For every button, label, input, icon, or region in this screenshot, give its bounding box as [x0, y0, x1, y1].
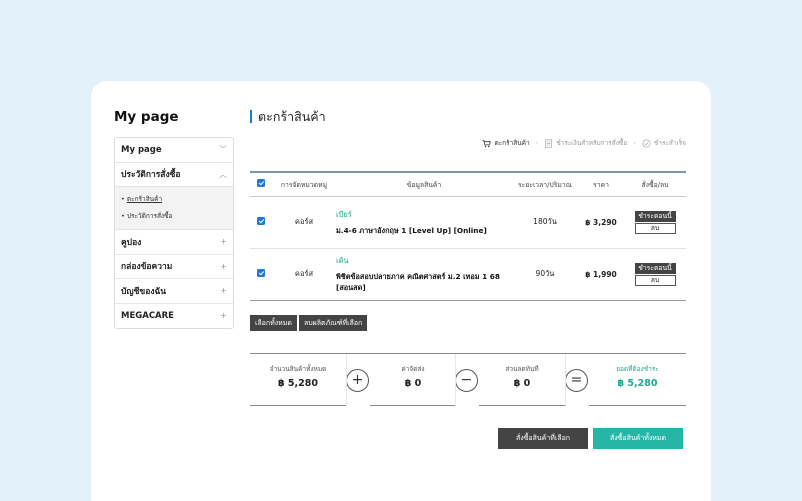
sidebar-item-label: กล่องข้อความ [121, 262, 173, 273]
chevron-up-icon: ︿ [219, 169, 227, 179]
sidebar-item-label: MEGACARE [121, 310, 174, 321]
submenu-item-label: ประวัติการสั่งซื้อ [126, 212, 173, 220]
step-label: ชำระเงินสำหรับการสั่งซื้อ [556, 139, 628, 147]
equals-icon: = [565, 369, 588, 392]
minus-icon: − [455, 369, 478, 392]
cart-title: ตะกร้าสินค้า [250, 110, 326, 123]
row-product-info: เบียร์ ม.4-6 ภาษาอังกฤษ 1 [Level Up] [On… [336, 196, 512, 249]
sidebar-item-label: คูปอง [121, 237, 142, 248]
price-summary: จำนวนสินค้าทั้งหมด ฿ 5,280 + ค่าจัดส่ง ฿… [250, 353, 686, 407]
submenu-item-cart[interactable]: • ตะกร้าสินค้า [121, 191, 227, 208]
summary-total: จำนวนสินค้าทั้งหมด ฿ 5,280 [250, 354, 346, 406]
table-row: คอร์ส เต้น พิชิตข้อสอบปลายภาค คณิตศาสตร์… [250, 248, 686, 301]
sidebar-item-label: My page [121, 144, 162, 155]
summary-discount-value: ฿ 0 [513, 378, 531, 389]
cart-table: การจัดหมวดหมู่ ข้อมูลสินค้า ระยะเวลา/ปริ… [250, 171, 686, 301]
summary-total-value: ฿ 5,280 [278, 378, 318, 389]
sidebar: My page ﹀ ประวัติการสั่งซื้อ ︿ • ตะกร้าส… [114, 137, 234, 329]
tutor-name[interactable]: เต้น [336, 255, 512, 267]
plus-icon: + [220, 311, 227, 321]
row-price: ฿ 1,990 [578, 248, 624, 301]
sidebar-item-account[interactable]: บัญชีของฉัน + [115, 279, 233, 304]
row-price: ฿ 3,290 [578, 196, 624, 249]
sidebar-item-inbox[interactable]: กล่องข้อความ + [115, 255, 233, 279]
row-checkbox[interactable] [250, 248, 272, 301]
divider [455, 354, 456, 407]
step-payment: ชำระเงินสำหรับการสั่งซื้อ [544, 138, 627, 148]
row-category: คอร์ส [272, 248, 336, 301]
submenu-item-history[interactable]: • ประวัติการสั่งซื้อ [121, 208, 227, 225]
divider [479, 405, 565, 406]
table-row: คอร์ส เบียร์ ม.4-6 ภาษาอังกฤษ 1 [Level U… [250, 196, 686, 249]
row-product-info: เต้น พิชิตข้อสอบปลายภาค คณิตศาสตร์ ม.2 เ… [336, 248, 512, 301]
row-category: คอร์ส [272, 196, 336, 249]
plus-icon: + [346, 369, 369, 392]
header-price: ราคา [578, 171, 624, 197]
summary-shipping-value: ฿ 0 [404, 378, 422, 389]
course-name[interactable]: พิชิตข้อสอบปลายภาค คณิตศาสตร์ ม.2 เทอม 1… [336, 271, 512, 293]
divider [370, 405, 456, 406]
chevron-right-icon: › [633, 139, 636, 147]
plus-icon: + [220, 261, 227, 271]
summary-due-label: ยอดที่ต้องชำระ [616, 365, 659, 373]
select-all-checkbox[interactable] [250, 171, 272, 197]
divider [250, 405, 346, 406]
step-complete: ชำระสำเร็จ [642, 138, 686, 148]
page-title: My page [114, 109, 179, 125]
header-category: การจัดหมวดหมู่ [272, 171, 336, 197]
table-header-row: การจัดหมวดหมู่ ข้อมูลสินค้า ระยะเวลา/ปริ… [250, 171, 686, 197]
summary-shipping: ค่าจัดส่ง ฿ 0 [370, 354, 456, 406]
plus-icon: + [220, 286, 227, 296]
delete-button[interactable]: ลบ [634, 274, 676, 286]
delete-selected-button[interactable]: ลบผลิตภัณฑ์ที่เลือก [298, 315, 368, 331]
sidebar-item-mypage[interactable]: My page ﹀ [115, 138, 233, 163]
select-all-button[interactable]: เลือกทั้งหมด [250, 315, 297, 331]
header-product-info: ข้อมูลสินค้า [336, 171, 512, 197]
row-duration: 180วัน [512, 196, 578, 249]
pay-now-button[interactable]: ชำระตอนนี้ [634, 262, 676, 274]
divider [565, 354, 566, 407]
step-label: ชำระสำเร็จ [653, 139, 686, 147]
step-label: ตะกร้าสินค้า [494, 139, 530, 147]
document-icon [545, 138, 553, 148]
row-actions: ชำระตอนนี้ ลบ [624, 248, 686, 301]
row-actions: ชำระตอนนี้ ลบ [624, 196, 686, 249]
buy-all-button[interactable]: สั่งซื้อสินค้าทั้งหมด [593, 428, 683, 449]
header-duration: ระยะเวลา/ปริมาณ [512, 171, 578, 197]
divider [346, 354, 347, 407]
row-duration: 90วัน [512, 248, 578, 301]
course-name[interactable]: ม.4-6 ภาษาอังกฤษ 1 [Level Up] [Online] [336, 225, 512, 236]
pay-now-button[interactable]: ชำระตอนนี้ [634, 210, 676, 222]
buy-selected-button[interactable]: สั่งซื้อสินค้าที่เลือก [498, 428, 588, 449]
sidebar-item-order-history[interactable]: ประวัติการสั่งซื้อ ︿ [115, 163, 233, 187]
summary-total-label: จำนวนสินค้าทั้งหมด [269, 365, 327, 373]
sidebar-item-coupon[interactable]: คูปอง + [115, 230, 233, 255]
summary-due: ยอดที่ต้องชำระ ฿ 5,280 [589, 354, 686, 406]
sidebar-submenu: • ตะกร้าสินค้า • ประวัติการสั่งซื้อ [115, 187, 233, 230]
sidebar-item-label: ประวัติการสั่งซื้อ [121, 170, 181, 181]
bulk-actions: เลือกทั้งหมด ลบผลิตภัณฑ์ที่เลือก [250, 315, 368, 331]
summary-discount-label: ส่วนลดทันที [505, 365, 539, 373]
checkout-steps: ตะกร้าสินค้า › ชำระเงินสำหรับการสั่งซื้อ… [482, 138, 686, 148]
chevron-down-icon: ﹀ [219, 145, 227, 155]
row-checkbox[interactable] [250, 196, 272, 249]
summary-discount: ส่วนลดทันที ฿ 0 [479, 354, 565, 406]
sidebar-item-megacare[interactable]: MEGACARE + [115, 304, 233, 329]
sidebar-item-label: บัญชีของฉัน [121, 286, 167, 297]
submenu-item-label: ตะกร้าสินค้า [126, 195, 163, 203]
step-cart: ตะกร้าสินค้า [482, 138, 530, 148]
cart-icon [482, 139, 492, 147]
chevron-right-icon: › [535, 139, 539, 147]
plus-icon: + [220, 237, 227, 247]
header-order-delete: สั่งซื้อ/ลบ [624, 171, 686, 197]
summary-due-value: ฿ 5,280 [617, 378, 658, 389]
delete-button[interactable]: ลบ [634, 222, 676, 234]
divider [589, 405, 686, 406]
check-circle-icon [642, 139, 651, 147]
tutor-name[interactable]: เบียร์ [336, 209, 512, 221]
summary-shipping-label: ค่าจัดส่ง [401, 365, 425, 373]
